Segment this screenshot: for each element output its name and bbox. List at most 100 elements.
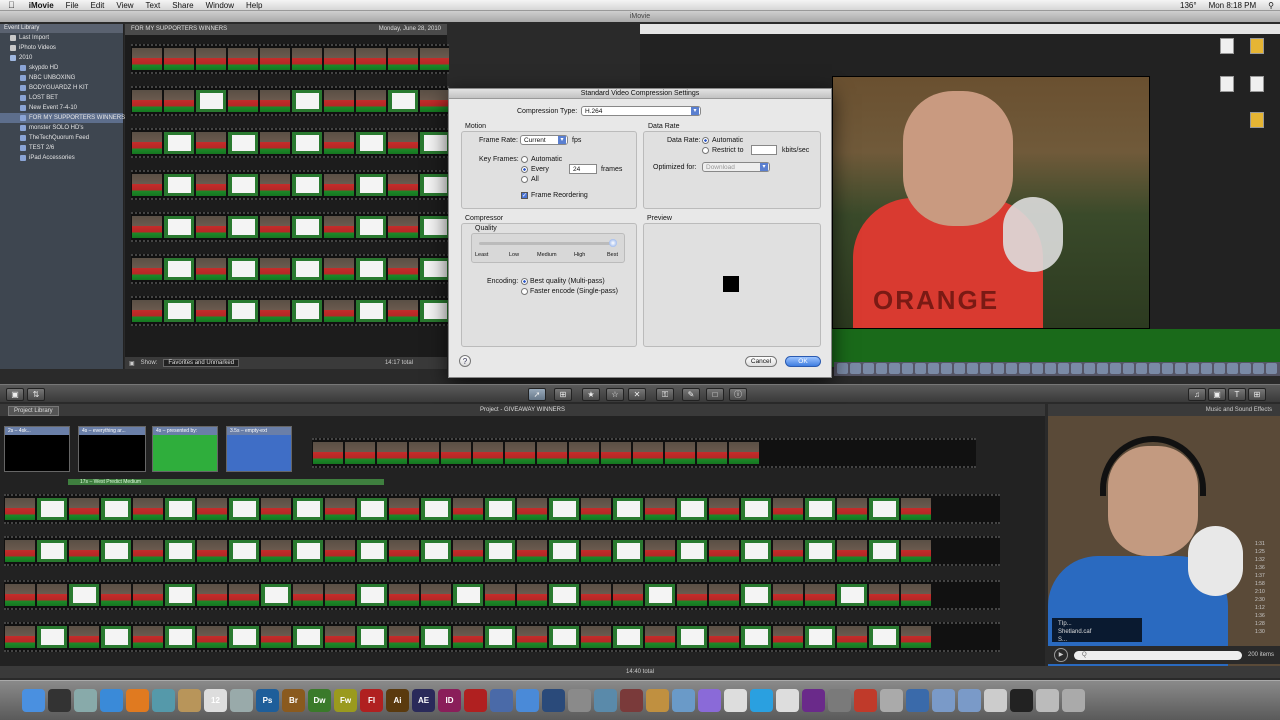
event-library-item[interactable]: LOST BET [0, 93, 123, 103]
mail-icon[interactable] [74, 689, 97, 712]
file-icon[interactable] [1220, 76, 1234, 92]
skype-icon[interactable] [750, 689, 773, 712]
apple-menu-icon[interactable]:  [0, 0, 23, 10]
event-library-item[interactable]: NBC UNBOXING [0, 73, 123, 83]
data-rate-field[interactable] [751, 145, 777, 155]
menu-file[interactable]: File [60, 1, 85, 10]
frame-rate-select[interactable]: Current [520, 135, 568, 145]
keyword-button[interactable]: ⚿ [656, 388, 674, 401]
add-to-project-button[interactable]: ⊞ [554, 388, 572, 401]
menu-app[interactable]: iMovie [23, 1, 60, 10]
fireworks-icon[interactable]: Fw [334, 689, 357, 712]
utility-icon[interactable] [880, 689, 903, 712]
file-icon[interactable] [1220, 38, 1234, 54]
imovie-icon[interactable] [490, 689, 513, 712]
compression-type-select[interactable]: H.264 [581, 106, 701, 116]
preview-icon[interactable] [230, 689, 253, 712]
unmark-button[interactable]: ☆ [606, 388, 624, 401]
firefox-icon[interactable] [126, 689, 149, 712]
thumb-size-icon[interactable]: ▣ [129, 360, 135, 367]
event-library-item[interactable]: BODYGUARDZ H KIT [0, 83, 123, 93]
documents-folder-icon[interactable] [958, 689, 981, 712]
event-library-item[interactable]: Last Import [0, 33, 123, 43]
finder-icon[interactable] [22, 689, 45, 712]
textedit-icon[interactable] [724, 689, 747, 712]
event-library-item[interactable]: iPad Accessories [0, 153, 123, 163]
indesign-icon[interactable]: ID [438, 689, 461, 712]
data-rate-restrict-radio[interactable] [702, 147, 709, 154]
status-temperature[interactable]: 136° [1174, 1, 1203, 10]
event-library-year[interactable]: 2010 [0, 53, 123, 63]
photobooth-icon[interactable] [620, 689, 643, 712]
pdf-icon[interactable] [854, 689, 877, 712]
background-audio-clip[interactable]: 17s – West Predict Medium [68, 479, 384, 485]
address-book-icon[interactable] [178, 689, 201, 712]
aperture-icon[interactable] [698, 689, 721, 712]
list-item[interactable]: S... [1058, 636, 1136, 644]
stack-icon[interactable] [1036, 689, 1059, 712]
illustrator-icon[interactable]: Ai [386, 689, 409, 712]
clip-filmstrip[interactable] [4, 580, 1000, 610]
clip-filmstrip[interactable] [131, 128, 449, 158]
data-rate-automatic-radio[interactable] [702, 137, 709, 144]
encoding-faster-radio[interactable] [521, 288, 528, 295]
event-library-item[interactable]: skypdo HD [0, 63, 123, 73]
acrobat-icon[interactable] [464, 689, 487, 712]
file-icon[interactable] [1250, 38, 1264, 54]
system-prefs-icon[interactable] [828, 689, 851, 712]
photoshop-icon[interactable]: Ps [256, 689, 279, 712]
compressor-icon[interactable] [568, 689, 591, 712]
frame-reordering-checkbox[interactable]: ✓ [521, 192, 528, 199]
iphoto-icon[interactable] [672, 689, 695, 712]
ical-icon[interactable]: 12 [204, 689, 227, 712]
transitions-browser-button[interactable]: ⊞ [1248, 388, 1266, 401]
network-icon[interactable] [906, 689, 929, 712]
optimized-for-select[interactable]: Download [702, 162, 770, 172]
camera-import-button[interactable]: ▣ [6, 388, 24, 401]
titles-browser-button[interactable]: T [1228, 388, 1246, 401]
clip-filmstrip[interactable] [131, 170, 449, 200]
crop-button[interactable]: □ [706, 388, 724, 401]
flash-icon[interactable]: Fl [360, 689, 383, 712]
cancel-button[interactable]: Cancel [745, 356, 777, 367]
event-library-item[interactable]: TheTechQuorum Feed [0, 133, 123, 143]
downloads-stack-icon[interactable] [984, 689, 1007, 712]
event-library-item[interactable]: TEST 2/6 [0, 143, 123, 153]
file-icon[interactable] [1250, 76, 1264, 92]
title-clip[interactable]: 4s – presented by: [152, 426, 218, 472]
motion-icon[interactable] [802, 689, 825, 712]
select-tool-button[interactable]: ➚ [528, 388, 546, 401]
menu-help[interactable]: Help [240, 1, 268, 10]
project-library-button[interactable]: Project Library [8, 406, 59, 416]
menu-view[interactable]: View [110, 1, 139, 10]
terminal-icon[interactable] [1010, 689, 1033, 712]
reject-button[interactable]: ✕ [628, 388, 646, 401]
spotlight-icon[interactable]: ⚲ [1262, 1, 1280, 10]
swap-events-button[interactable]: ⇅ [27, 388, 45, 401]
info-button[interactable]: ⓘ [729, 388, 747, 401]
ok-button[interactable]: OK [785, 356, 821, 367]
event-library-item[interactable]: iPhoto Videos [0, 43, 123, 53]
play-icon[interactable]: ▶ [1054, 648, 1068, 662]
clip-filmstrip[interactable] [4, 494, 1000, 524]
list-item[interactable]: TIp... [1058, 620, 1136, 628]
ichat-icon[interactable] [152, 689, 175, 712]
encoding-best-radio[interactable] [521, 278, 528, 285]
title-clip[interactable]: 2s – 4sk... [4, 426, 70, 472]
clip-filmstrip[interactable] [131, 212, 449, 242]
title-clip[interactable]: 3.5s – empty-ext [226, 426, 292, 472]
dashboard-icon[interactable] [48, 689, 71, 712]
music-search-input[interactable]: Q [1074, 650, 1242, 660]
voiceover-button[interactable]: ✎ [682, 388, 700, 401]
clip-filmstrip[interactable] [312, 438, 976, 468]
key-frames-all-radio[interactable] [521, 176, 528, 183]
clip-filmstrip[interactable] [131, 86, 449, 116]
event-library-item[interactable]: New Event 7-4-10 [0, 103, 123, 113]
bridge-icon[interactable]: Br [282, 689, 305, 712]
menu-edit[interactable]: Edit [85, 1, 111, 10]
file-icon[interactable] [1250, 112, 1264, 128]
clip-filmstrip[interactable] [4, 622, 1000, 652]
app-store-icon[interactable] [776, 689, 799, 712]
menu-window[interactable]: Window [200, 1, 240, 10]
dreamweaver-icon[interactable]: Dw [308, 689, 331, 712]
